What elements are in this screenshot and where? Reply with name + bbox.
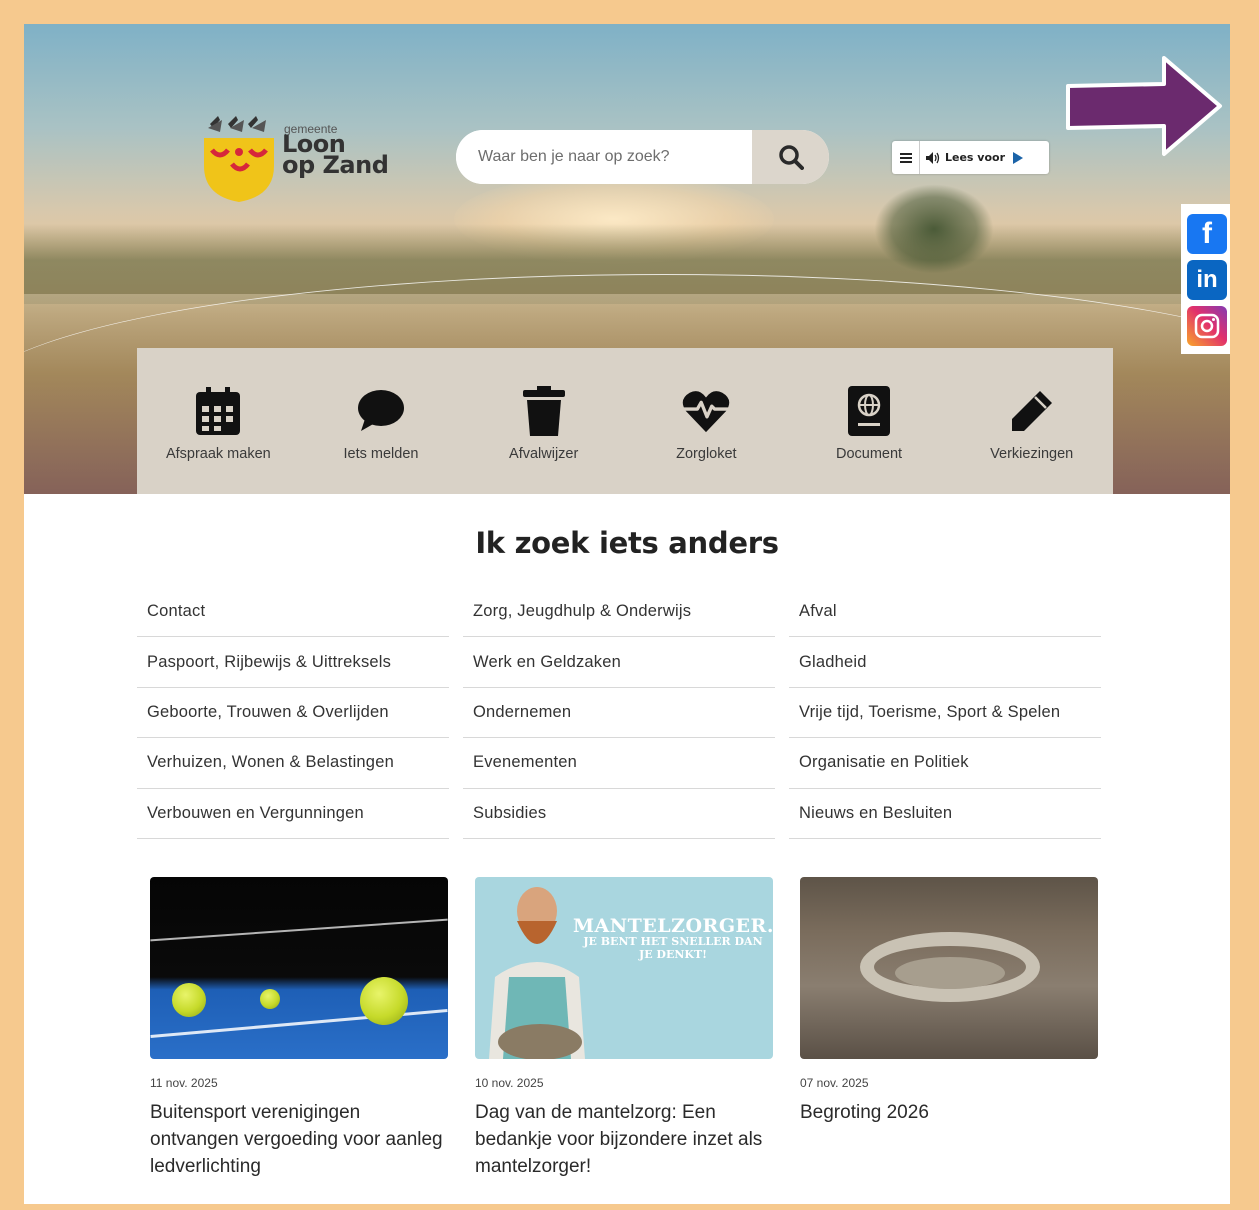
topic-column-2: Zorg, Jeugdhulp & Onderwijs Werk en Geld… [463,587,775,839]
tile-verkiezingen[interactable]: Verkiezingen [950,348,1113,494]
topic-column-3: Afval Gladheid Vrije tijd, Toerisme, Spo… [789,587,1101,839]
readspeaker-label: Lees voor [945,151,1006,164]
news-card[interactable]: MANTELZORGER. JE BENT HET SNELLER DAN JE… [475,877,773,1180]
linkedin-icon[interactable]: in [1187,260,1227,300]
hero-tree [874,184,994,274]
topic-link[interactable]: Afval [789,587,1101,638]
tile-label: Verkiezingen [990,446,1074,462]
tile-iets-melden[interactable]: Iets melden [300,348,463,494]
topic-link[interactable]: Organisatie en Politiek [789,738,1101,789]
topic-links: Contact Paspoort, Rijbewijs & Uittreksel… [137,587,1101,839]
news-card[interactable]: 11 nov. 2025 Buitensport verenigingen on… [150,877,448,1180]
social-bar: f in [1181,204,1230,354]
crest-icon [204,116,274,202]
speech-bubble-icon [358,390,404,431]
tile-zorgloket[interactable]: Zorgloket [625,348,788,494]
instagram-icon[interactable] [1187,306,1227,346]
tile-afspraak-maken[interactable]: Afspraak maken [137,348,300,494]
speaker-icon [926,151,940,164]
news-title[interactable]: Begroting 2026 [800,1099,1098,1126]
readspeaker-play-button[interactable]: Lees voor [926,151,1024,164]
topic-link[interactable]: Gladheid [789,637,1101,688]
topic-link[interactable]: Contact [137,587,449,638]
readspeaker-menu-button[interactable] [892,141,920,174]
news-title[interactable]: Buitensport verenigingen ontvangen vergo… [150,1099,448,1180]
news-image-subline: JE BENT HET SNELLER DAN JE DENKT! [583,935,763,961]
topic-link[interactable]: Verbouwen en Vergunningen [137,789,449,839]
search-bar [456,130,829,184]
news-title[interactable]: Dag van de mantelzorg: Een bedankje voor… [475,1099,773,1180]
facebook-icon[interactable]: f [1187,214,1227,254]
topic-link[interactable]: Verhuizen, Wonen & Belastingen [137,738,449,789]
hero-banner: gemeente Loon op Zand Waar ben je naar o… [24,24,1230,494]
site-logo[interactable]: gemeente Loon op Zand [200,116,390,206]
calendar-icon [196,387,241,435]
news-image [800,877,1098,1059]
tile-label: Afvalwijzer [509,446,579,462]
news-card[interactable]: 07 nov. 2025 Begroting 2026 [800,877,1098,1180]
topic-link[interactable]: Vrije tijd, Toerisme, Sport & Spelen [789,688,1101,739]
topic-link[interactable]: Evenementen [463,738,775,789]
news-image-headline: MANTELZORGER. [573,915,773,937]
topic-link[interactable]: Werk en Geldzaken [463,637,775,688]
readspeaker-widget: Lees voor [892,141,1049,174]
passport-icon [848,386,891,436]
topic-link[interactable]: Nieuws en Besluiten [789,789,1101,839]
search-icon [778,145,804,170]
heart-pulse-icon [683,391,730,433]
topic-link[interactable]: Paspoort, Rijbewijs & Uittreksels [137,637,449,688]
topic-link[interactable]: Ondernemen [463,688,775,739]
news-date: 10 nov. 2025 [475,1076,544,1090]
search-input[interactable] [456,130,752,184]
search-button[interactable] [752,130,829,184]
tile-label: Document [835,446,903,462]
quick-links: Afspraak maken Iets melden Afvalwijzer Z… [137,348,1113,494]
news-date: 07 nov. 2025 [800,1076,869,1090]
news-image [150,877,448,1059]
page: gemeente Loon op Zand Waar ben je naar o… [24,24,1230,1204]
logo-name: Loon op Zand [282,132,389,179]
tile-label: Iets melden [343,446,419,462]
news-image: MANTELZORGER. JE BENT HET SNELLER DAN JE… [475,877,773,1059]
pencil-icon [1011,391,1052,431]
topic-column-1: Contact Paspoort, Rijbewijs & Uittreksel… [137,587,449,839]
tile-label: Zorgloket [676,446,737,462]
tile-label: Afspraak maken [165,446,271,462]
hamburger-icon [899,152,912,163]
section-title: Ik zoek iets anders [475,526,779,560]
annotation-arrow-icon [1066,56,1222,156]
topic-link[interactable]: Subsidies [463,789,775,839]
tile-document[interactable]: Document [788,348,951,494]
tile-afvalwijzer[interactable]: Afvalwijzer [462,348,625,494]
topic-link[interactable]: Zorg, Jeugdhulp & Onderwijs [463,587,775,638]
logo-line2: op Zand [282,151,389,179]
play-icon [1013,151,1024,164]
news-list: 11 nov. 2025 Buitensport verenigingen on… [150,877,1100,1180]
topic-link[interactable]: Geboorte, Trouwen & Overlijden [137,688,449,739]
trash-icon [522,386,565,436]
news-date: 11 nov. 2025 [150,1076,218,1090]
